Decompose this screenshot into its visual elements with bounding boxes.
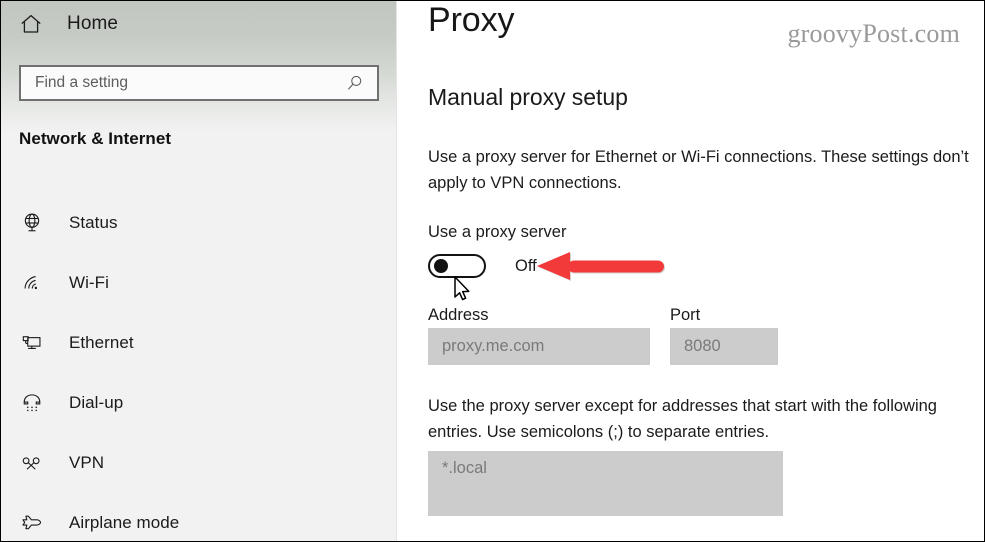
- sidebar-nav-list: Status Wi-Fi Ethernet Dial-up VPN Airpla…: [1, 193, 397, 541]
- proxy-description: Use a proxy server for Ethernet or Wi-Fi…: [428, 148, 969, 192]
- sidebar-item-label: Status: [69, 213, 118, 232]
- mouse-pointer-icon: [453, 276, 473, 304]
- sidebar-item-airplane-mode[interactable]: Airplane mode: [1, 493, 397, 541]
- use-proxy-server-label: Use a proxy server: [428, 223, 567, 241]
- sidebar-item-dial-up[interactable]: Dial-up: [1, 373, 397, 433]
- sidebar-home-button[interactable]: Home: [19, 7, 118, 41]
- use-proxy-toggle[interactable]: [428, 254, 486, 278]
- wifi-icon: [19, 270, 45, 296]
- address-label: Address: [428, 306, 489, 324]
- sidebar-item-label: Wi-Fi: [69, 273, 109, 292]
- annotation-arrow-left-icon: [537, 251, 667, 283]
- address-input[interactable]: [428, 328, 650, 365]
- settings-window: Home Network & Internet: [0, 0, 985, 542]
- vpn-key-icon: [19, 450, 45, 476]
- globe-icon: [19, 210, 45, 236]
- use-proxy-toggle-row: Off: [428, 254, 537, 278]
- sidebar-home-label: Home: [67, 13, 119, 34]
- sidebar-item-label: Ethernet: [69, 333, 134, 352]
- toggle-state-label: Off: [515, 256, 537, 275]
- ethernet-icon: [19, 330, 45, 356]
- sidebar-item-status[interactable]: Status: [1, 193, 397, 253]
- port-input[interactable]: [670, 328, 778, 365]
- exceptions-description: Use the proxy server except for addresse…: [428, 397, 937, 441]
- phone-icon: [19, 390, 45, 416]
- sidebar-item-ethernet[interactable]: Ethernet: [1, 313, 397, 373]
- toggle-knob: [434, 259, 448, 273]
- sidebar-item-vpn[interactable]: VPN: [1, 433, 397, 493]
- sidebar-section-title: Network & Internet: [19, 129, 172, 148]
- sidebar: Home Network & Internet: [1, 1, 397, 541]
- sidebar-item-label: VPN: [69, 453, 105, 472]
- sidebar-item-wifi[interactable]: Wi-Fi: [1, 253, 397, 313]
- main-content: Proxy groovyPost.com Manual proxy setup …: [398, 1, 984, 541]
- section-heading-manual-proxy-setup: Manual proxy setup: [428, 84, 628, 110]
- search-input[interactable]: [21, 67, 341, 99]
- page-title: Proxy: [428, 1, 515, 39]
- exceptions-textarea[interactable]: [428, 451, 783, 516]
- sidebar-item-label: Dial-up: [69, 393, 124, 412]
- airplane-icon: [19, 510, 45, 536]
- watermark: groovyPost.com: [787, 19, 960, 48]
- port-label: Port: [670, 306, 701, 324]
- home-icon: [19, 12, 43, 36]
- search-icon[interactable]: [341, 73, 369, 93]
- sidebar-item-label: Airplane mode: [69, 513, 180, 532]
- search-box[interactable]: [19, 65, 379, 101]
